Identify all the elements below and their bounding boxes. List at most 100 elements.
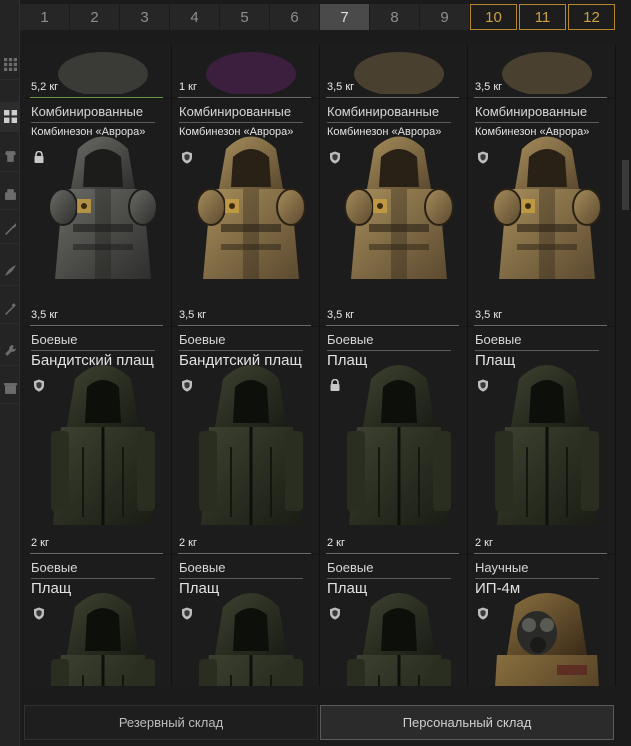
cloak-image [199,593,303,686]
lock-icon [33,150,45,164]
item-category: Боевые [31,560,155,579]
item-weight: 3,5 кг [31,309,59,321]
tab-reserve-storage[interactable]: Резервный склад [24,705,318,740]
item-weight: 2 кг [179,537,197,549]
page-button-8[interactable]: 8 [370,4,420,30]
tool-icon[interactable] [0,294,20,324]
item-category: Боевые [179,332,303,351]
item-slot[interactable]: Комбинированные Комбинезон «Аврора» 3,5 кг [24,99,172,326]
item-category: Боевые [475,332,599,351]
page-button-10[interactable]: 10 [470,4,517,30]
slot-divider [178,97,311,98]
slot-divider [474,97,607,98]
lock-icon [329,378,341,392]
scrollbar-thumb[interactable] [622,160,629,210]
wing-icon[interactable] [0,256,20,286]
shield-icon [329,607,341,620]
inventory-grid: 5,2 кг 1 кг 3,5 кг 3,5 кг Комбинированны… [24,44,616,686]
suit-aurora-image [48,136,158,279]
page-button-12[interactable]: 12 [568,4,615,30]
page-button-9[interactable]: 9 [420,4,470,30]
item-name: Комбинезон «Аврора» [327,126,442,138]
page-button-6[interactable]: 6 [270,4,320,30]
item-weight: 3,5 кг [327,81,355,93]
slot-divider [474,325,607,326]
shield-icon [181,379,193,392]
item-name: Бандитский плащ [179,352,302,369]
item-name: Плащ [475,352,516,369]
item-slot[interactable]: 3,5 кг [468,44,616,98]
item-image [354,52,444,94]
page-button-1[interactable]: 1 [20,4,70,30]
item-name: Комбинезон «Аврора» [475,126,590,138]
item-category: Боевые [327,560,451,579]
item-name: Плащ [327,580,368,597]
slot-divider [326,97,459,98]
slot-divider [326,325,459,326]
item-name: Комбинезон «Аврора» [179,126,294,138]
item-category: Комбинированные [179,104,303,123]
item-name: Бандитский плащ [31,352,154,369]
item-weight: 2 кг [327,537,345,549]
page-button-4[interactable]: 4 [170,4,220,30]
shield-icon [329,151,341,164]
wrench-icon[interactable] [0,336,20,366]
item-slot[interactable]: Боевые Бандитский плащ 2 кг [172,327,320,554]
item-name: Комбинезон «Аврора» [31,126,146,138]
page-button-5[interactable]: 5 [220,4,270,30]
suit-aurora-image [344,136,454,279]
suit-aurora-image [492,136,602,279]
knife-icon[interactable] [0,214,20,244]
item-image [58,52,148,94]
item-slot[interactable]: Боевые Плащ 2 кг [468,327,616,554]
item-weight: 5,2 кг [31,81,59,93]
item-weight: 2 кг [31,537,49,549]
cloak-image [347,365,451,525]
page-button-3[interactable]: 3 [120,4,170,30]
item-slot[interactable]: Боевые Плащ 2 кг [320,327,468,554]
item-slot[interactable]: Боевые Бандитский плащ 2 кг [24,327,172,554]
item-category: Боевые [179,560,303,579]
slot-divider [30,325,163,326]
slot-divider [30,97,163,98]
cloak-image [51,365,155,525]
item-slot[interactable]: Боевые Плащ [172,555,320,686]
item-slot[interactable]: Научные ИП-4м [468,555,616,686]
item-weight: 2 кг [475,537,493,549]
tab-personal-storage[interactable]: Персональный склад [320,705,614,740]
cloak-image [495,365,599,525]
item-weight: 3,5 кг [475,309,503,321]
scrollbar-track[interactable] [620,44,629,686]
page-selector: 1 2 3 4 5 6 7 8 9 10 11 12 [20,4,620,32]
item-slot[interactable]: Боевые Плащ [320,555,468,686]
slot-divider [30,553,163,554]
page-button-7[interactable]: 7 [320,4,370,30]
item-image [206,52,296,94]
ip4m-suit-image [495,593,599,686]
shield-icon [477,607,489,620]
item-category: Научные [475,560,599,579]
grid-icon[interactable] [0,50,20,80]
item-slot[interactable]: Комбинированные Комбинезон «Аврора» 3,5 кг [172,99,320,326]
item-slot[interactable]: Комбинированные Комбинезон «Аврора» 3,5 кг [320,99,468,326]
page-button-11[interactable]: 11 [519,4,566,30]
item-slot[interactable]: Комбинированные Комбинезон «Аврора» 3,5 кг [468,99,616,326]
grid-icon-active[interactable] [0,102,20,132]
item-name: Плащ [327,352,368,369]
cloak-image [199,365,303,525]
item-slot[interactable]: 1 кг [172,44,320,98]
item-slot[interactable]: 3,5 кг [320,44,468,98]
slot-divider [474,553,607,554]
armor-icon[interactable] [0,142,20,172]
suit-aurora-image [196,136,306,279]
suit-icon[interactable] [0,180,20,210]
side-toolbar [0,0,20,746]
shield-icon [33,379,45,392]
box-icon[interactable] [0,374,20,404]
item-slot[interactable]: Боевые Плащ [24,555,172,686]
shield-icon [181,151,193,164]
cloak-image [51,593,155,686]
item-slot[interactable]: 5,2 кг [24,44,172,98]
page-button-2[interactable]: 2 [70,4,120,30]
slot-divider [326,553,459,554]
